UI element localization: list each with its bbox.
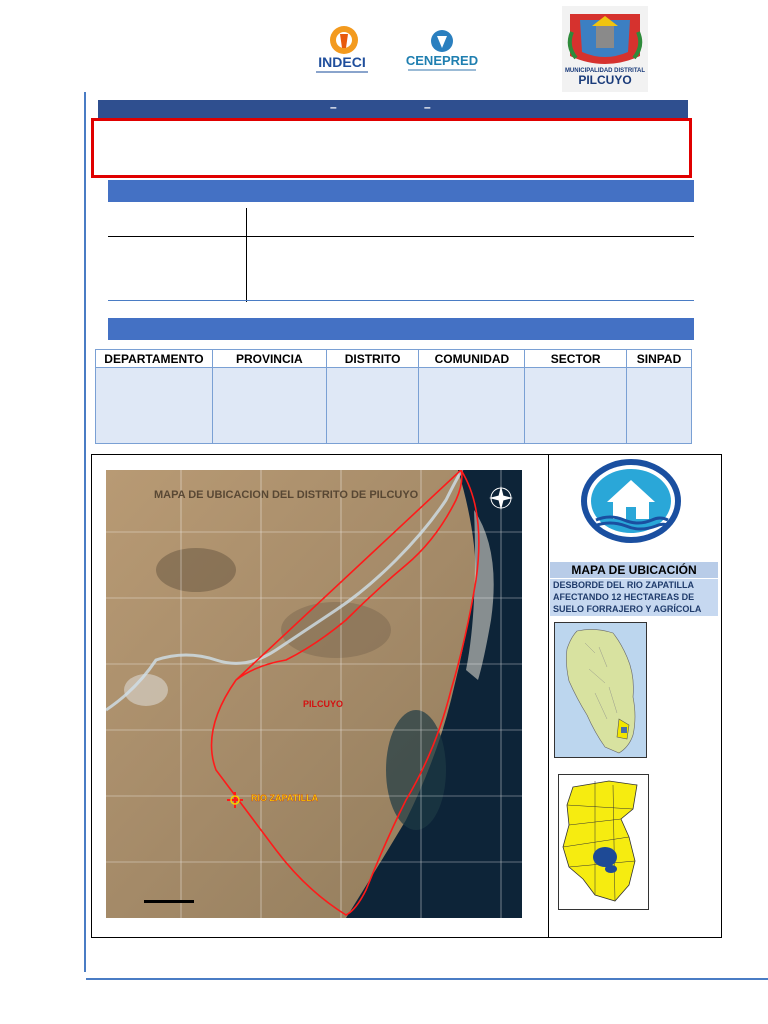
map-section-divider [548, 454, 549, 938]
title-dash-1: – [330, 100, 337, 114]
header-provincia: PROVINCIA [211, 349, 327, 368]
indeci-logo: INDECI [312, 22, 372, 77]
section-header-bar-2 [108, 318, 694, 340]
bottom-margin-line [86, 978, 768, 980]
map-title: MAPA DE UBICACION DEL DISTRITO DE PILCUY… [154, 489, 419, 501]
location-map-title: MAPA DE UBICACIÓN [550, 562, 718, 578]
cell-departamento [95, 367, 213, 444]
alert-text-box [91, 118, 692, 178]
header-sinpad: SINPAD [626, 349, 692, 368]
header-departamento: DEPARTAMENTO [95, 349, 213, 368]
report-title-bar: – – [98, 100, 688, 118]
title-dash-2: – [424, 100, 431, 114]
map-label-rio-zapatilla: RIO ZAPATILLA [251, 793, 319, 803]
header-distrito: DISTRITO [325, 349, 420, 368]
puno-region-map [558, 774, 649, 910]
house-water-logo [580, 458, 682, 544]
municipality-logo-line2: PILCUYO [578, 73, 631, 87]
event-description: DESBORDE DEL RIO ZAPATILLA AFECTANDO 12 … [550, 579, 718, 616]
header-sector: SECTOR [524, 349, 628, 368]
satellite-location-map: MAPA DE UBICACION DEL DISTRITO DE PILCUY… [105, 468, 522, 918]
cell-distrito [325, 367, 420, 444]
left-margin-line [84, 92, 86, 972]
municipality-logo: MUNICIPALIDAD DISTRITAL PILCUYO [562, 6, 648, 92]
cell-provincia [211, 367, 327, 444]
indeci-logo-text: INDECI [318, 54, 365, 70]
map-label-pilcuyo: PILCUYO [303, 699, 343, 709]
info-table-row-divider [108, 236, 694, 237]
info-table-vertical-divider [246, 208, 247, 302]
cell-comunidad [418, 367, 526, 444]
header-comunidad: COMUNIDAD [418, 349, 526, 368]
location-table-header-row: DEPARTAMENTO PROVINCIA DISTRITO COMUNIDA… [95, 349, 692, 368]
cenepred-logo-text: CENEPRED [406, 53, 478, 68]
section-header-bar-1 [108, 180, 694, 202]
info-table-bottom-border [108, 300, 694, 301]
location-table: DEPARTAMENTO PROVINCIA DISTRITO COMUNIDA… [95, 349, 692, 444]
peru-overview-map [554, 622, 647, 758]
cell-sector [524, 367, 628, 444]
location-table-data-row [95, 367, 692, 444]
cell-sinpad [626, 367, 692, 444]
cenepred-logo: CENEPRED [404, 28, 480, 73]
